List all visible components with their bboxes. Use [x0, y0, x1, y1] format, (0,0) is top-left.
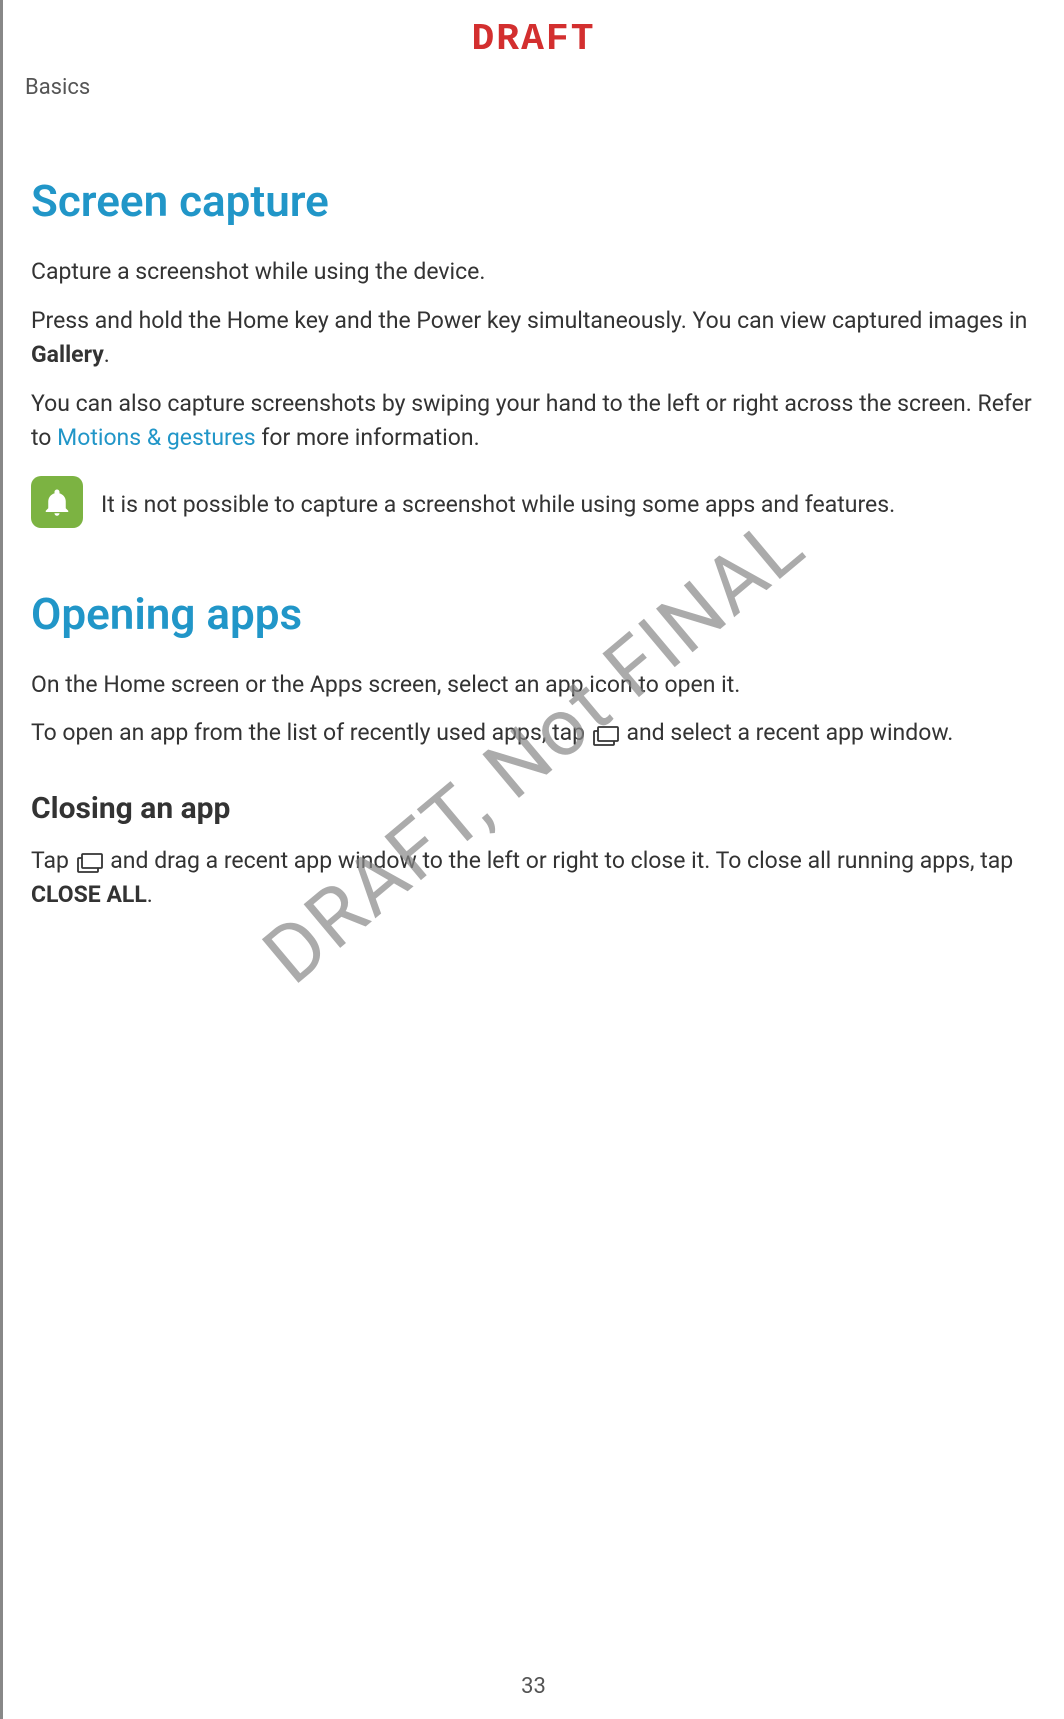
- text-fragment: for more information.: [256, 424, 480, 451]
- text-fragment: To open an app from the list of recently…: [31, 719, 591, 746]
- heading-screen-capture: Screen capture: [31, 175, 1036, 227]
- heading-closing-app: Closing an app: [31, 791, 1036, 826]
- draft-header-label: DRAFT: [471, 18, 595, 61]
- bold-close-all: CLOSE ALL: [31, 881, 147, 908]
- heading-opening-apps: Opening apps: [31, 588, 1036, 640]
- recent-apps-icon: [77, 849, 103, 869]
- note-box: It is not possible to capture a screensh…: [31, 476, 1036, 528]
- screen-capture-p1: Capture a screenshot while using the dev…: [31, 255, 1036, 290]
- opening-apps-p2: To open an app from the list of recently…: [31, 716, 1036, 751]
- text-fragment: and drag a recent app window to the left…: [105, 847, 1014, 874]
- screen-capture-p2: Press and hold the Home key and the Powe…: [31, 304, 1036, 373]
- page-number: 33: [521, 1674, 546, 1699]
- opening-apps-p1: On the Home screen or the Apps screen, s…: [31, 668, 1036, 703]
- recent-apps-icon: [593, 722, 619, 742]
- bell-icon: [31, 476, 83, 528]
- text-fragment: and select a recent app window.: [621, 719, 954, 746]
- bold-gallery: Gallery: [31, 341, 104, 368]
- text-fragment: .: [147, 881, 153, 908]
- page-container: DRAFT Basics DRAFT, Not FINAL Screen cap…: [0, 0, 1064, 1719]
- section-opening-apps: Opening apps On the Home screen or the A…: [31, 588, 1036, 913]
- content-area: Screen capture Capture a screenshot whil…: [23, 0, 1044, 913]
- text-fragment: Tap: [31, 847, 75, 874]
- text-fragment: .: [104, 341, 110, 368]
- link-motions-gestures[interactable]: Motions & gestures: [57, 424, 256, 451]
- screen-capture-p3: You can also capture screenshots by swip…: [31, 387, 1036, 456]
- note-text: It is not possible to capture a screensh…: [101, 476, 895, 523]
- closing-app-p1: Tap and drag a recent app window to the …: [31, 844, 1036, 913]
- text-fragment: Press and hold the Home key and the Powe…: [31, 307, 1027, 334]
- section-breadcrumb: Basics: [25, 75, 90, 100]
